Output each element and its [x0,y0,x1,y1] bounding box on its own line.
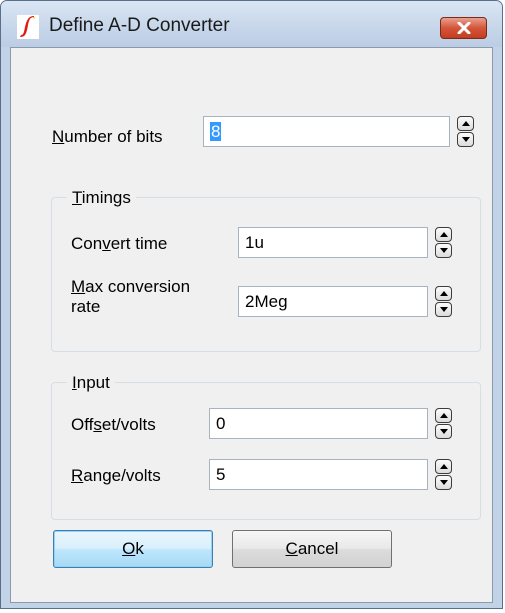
max-rate-input[interactable]: 2Meg [238,286,428,317]
range-label: Range/volts [71,466,161,485]
spin-up-icon[interactable] [435,408,452,423]
spin-down-icon[interactable] [435,243,452,258]
max-rate-label: Max conversion rate [71,277,191,316]
dialog-client-area: Number of bits 8 Timings Convert time 1u… [10,47,493,603]
close-icon [457,22,470,34]
range-input[interactable]: 5 [209,459,428,490]
cancel-button[interactable]: Cancel [232,530,392,568]
dialog-window: Define A-D Converter Number of bits 8 Ti… [0,0,503,609]
convert-time-input[interactable]: 1u [238,227,428,258]
title-bar[interactable]: Define A-D Converter [1,1,502,47]
app-icon [17,15,39,39]
input-group-title: Input [67,373,115,393]
close-button[interactable] [440,17,487,39]
timings-group-title: Timings [67,188,136,208]
bits-spinner[interactable] [457,116,474,147]
spin-up-icon[interactable] [435,286,452,301]
convert-time-label: Convert time [71,234,168,253]
spin-down-icon[interactable] [457,132,474,147]
offset-input[interactable]: 0 [209,408,428,439]
spin-up-icon[interactable] [435,459,452,474]
window-title: Define A-D Converter [49,15,230,36]
spin-down-icon[interactable] [435,424,452,439]
spin-up-icon[interactable] [457,116,474,131]
spin-down-icon[interactable] [435,302,452,317]
spin-down-icon[interactable] [435,475,452,490]
offset-spinner[interactable] [435,408,452,439]
spin-up-icon[interactable] [435,227,452,242]
timings-group [51,197,481,352]
bits-label: Number of bits [52,127,163,146]
max-rate-spinner[interactable] [435,286,452,317]
input-group [51,382,481,520]
convert-time-spinner[interactable] [435,227,452,258]
offset-label: Offset/volts [71,415,156,434]
bits-input[interactable]: 8 [203,116,450,147]
ok-button[interactable]: Ok [53,530,213,568]
range-spinner[interactable] [435,459,452,490]
